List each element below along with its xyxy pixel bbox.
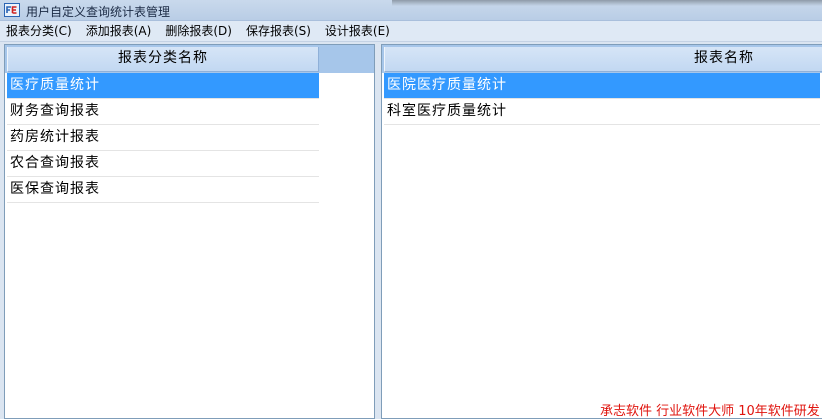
window-title: 用户自定义查询统计表管理 <box>26 5 171 19</box>
menu-add-report[interactable]: 添加报表(A) <box>79 21 159 41</box>
menu-design-report[interactable]: 设计报表(E) <box>318 21 397 41</box>
report-row-department-quality[interactable]: 科室医疗质量统计 <box>384 99 820 125</box>
column-header-report-name[interactable]: 报表名称 <box>384 47 822 72</box>
category-row-finance[interactable]: 财务查询报表 <box>7 99 319 125</box>
category-rows: 医疗质量统计 财务查询报表 药房统计报表 农合查询报表 医保查询报表 <box>7 73 319 203</box>
category-row-quality-stats[interactable]: 医疗质量统计 <box>7 73 319 99</box>
column-header-category-name[interactable]: 报表分类名称 <box>7 47 319 72</box>
report-category-grid[interactable]: 报表分类名称 医疗质量统计 财务查询报表 药房统计报表 农合查询报表 医保查询报… <box>4 44 375 419</box>
menu-bar: 报表分类(C) 添加报表(A) 删除报表(D) 保存报表(S) 设计报表(E) <box>0 21 822 42</box>
title-bar: 用户自定义查询统计表管理 <box>0 0 822 21</box>
category-row-medical-insurance[interactable]: 医保查询报表 <box>7 177 319 203</box>
category-row-rural-coop[interactable]: 农合查询报表 <box>7 151 319 177</box>
report-row-hospital-quality[interactable]: 医院医疗质量统计 <box>384 73 820 99</box>
report-list-grid[interactable]: 报表名称 医院医疗质量统计 科室医疗质量统计 <box>381 44 822 419</box>
main-window: 用户自定义查询统计表管理 报表分类(C) 添加报表(A) 删除报表(D) 保存报… <box>0 0 822 419</box>
report-rows: 医院医疗质量统计 科室医疗质量统计 <box>384 73 820 125</box>
overlapping-window-shadow <box>392 0 822 6</box>
app-icon <box>4 3 20 17</box>
menu-save-report[interactable]: 保存报表(S) <box>239 21 318 41</box>
vendor-slogan: 承志软件 行业软件大师 10年软件研发 <box>600 404 820 419</box>
menu-delete-report[interactable]: 删除报表(D) <box>158 21 239 41</box>
category-row-pharmacy[interactable]: 药房统计报表 <box>7 125 319 151</box>
menu-report-category[interactable]: 报表分类(C) <box>0 21 79 41</box>
